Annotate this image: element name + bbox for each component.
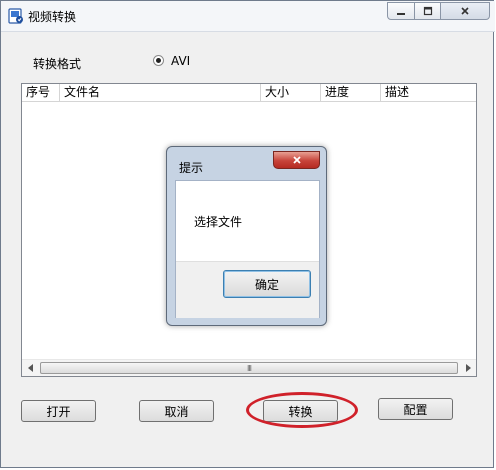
title-bar[interactable]: 视频转换 <box>1 1 495 32</box>
dialog-title: 提示 <box>179 161 204 175</box>
window-title: 视频转换 <box>28 10 77 24</box>
dialog-body: 选择文件 确定 <box>175 180 320 318</box>
convert-button[interactable]: 转换 <box>263 400 338 422</box>
minimize-button[interactable] <box>387 2 415 20</box>
dialog-footer: 确定 <box>176 261 319 318</box>
maximize-button[interactable] <box>414 2 441 20</box>
config-button[interactable]: 配置 <box>378 398 453 420</box>
close-button[interactable] <box>440 2 490 20</box>
horizontal-scrollbar[interactable]: III <box>22 359 476 376</box>
file-list-header: 序号 文件名 大小 进度 描述 <box>22 84 476 102</box>
minimize-icon <box>397 13 405 15</box>
app-icon <box>8 8 24 24</box>
scroll-left-button[interactable] <box>22 360 39 376</box>
column-header-progress[interactable]: 进度 <box>321 84 381 101</box>
scroll-right-button[interactable] <box>459 360 476 376</box>
maximize-icon <box>423 6 432 16</box>
main-window: 视频转换 转换格式 AVI 序号 文件名 大小 进度 描述 III 打开 取消 … <box>0 0 495 468</box>
arrow-right-icon <box>465 364 471 372</box>
cancel-button[interactable]: 取消 <box>139 400 214 422</box>
dialog-ok-button[interactable]: 确定 <box>223 270 311 298</box>
dialog-message: 选择文件 <box>194 215 243 229</box>
open-button[interactable]: 打开 <box>21 400 96 422</box>
column-header-description[interactable]: 描述 <box>381 84 476 101</box>
format-radio-avi[interactable] <box>153 55 164 66</box>
column-header-size[interactable]: 大小 <box>261 84 321 101</box>
close-icon <box>461 7 469 15</box>
format-radio-avi-label[interactable]: AVI <box>171 54 190 68</box>
column-header-index[interactable]: 序号 <box>22 84 60 101</box>
scroll-grip: III <box>246 363 252 373</box>
arrow-left-icon <box>27 364 33 372</box>
close-icon <box>292 156 301 164</box>
scroll-thumb[interactable]: III <box>40 362 458 374</box>
dialog-close-button[interactable] <box>273 151 320 169</box>
caption-buttons <box>387 2 493 21</box>
column-header-filename[interactable]: 文件名 <box>60 84 261 101</box>
message-dialog: 提示 选择文件 确定 <box>166 146 327 326</box>
format-label: 转换格式 <box>33 57 82 71</box>
